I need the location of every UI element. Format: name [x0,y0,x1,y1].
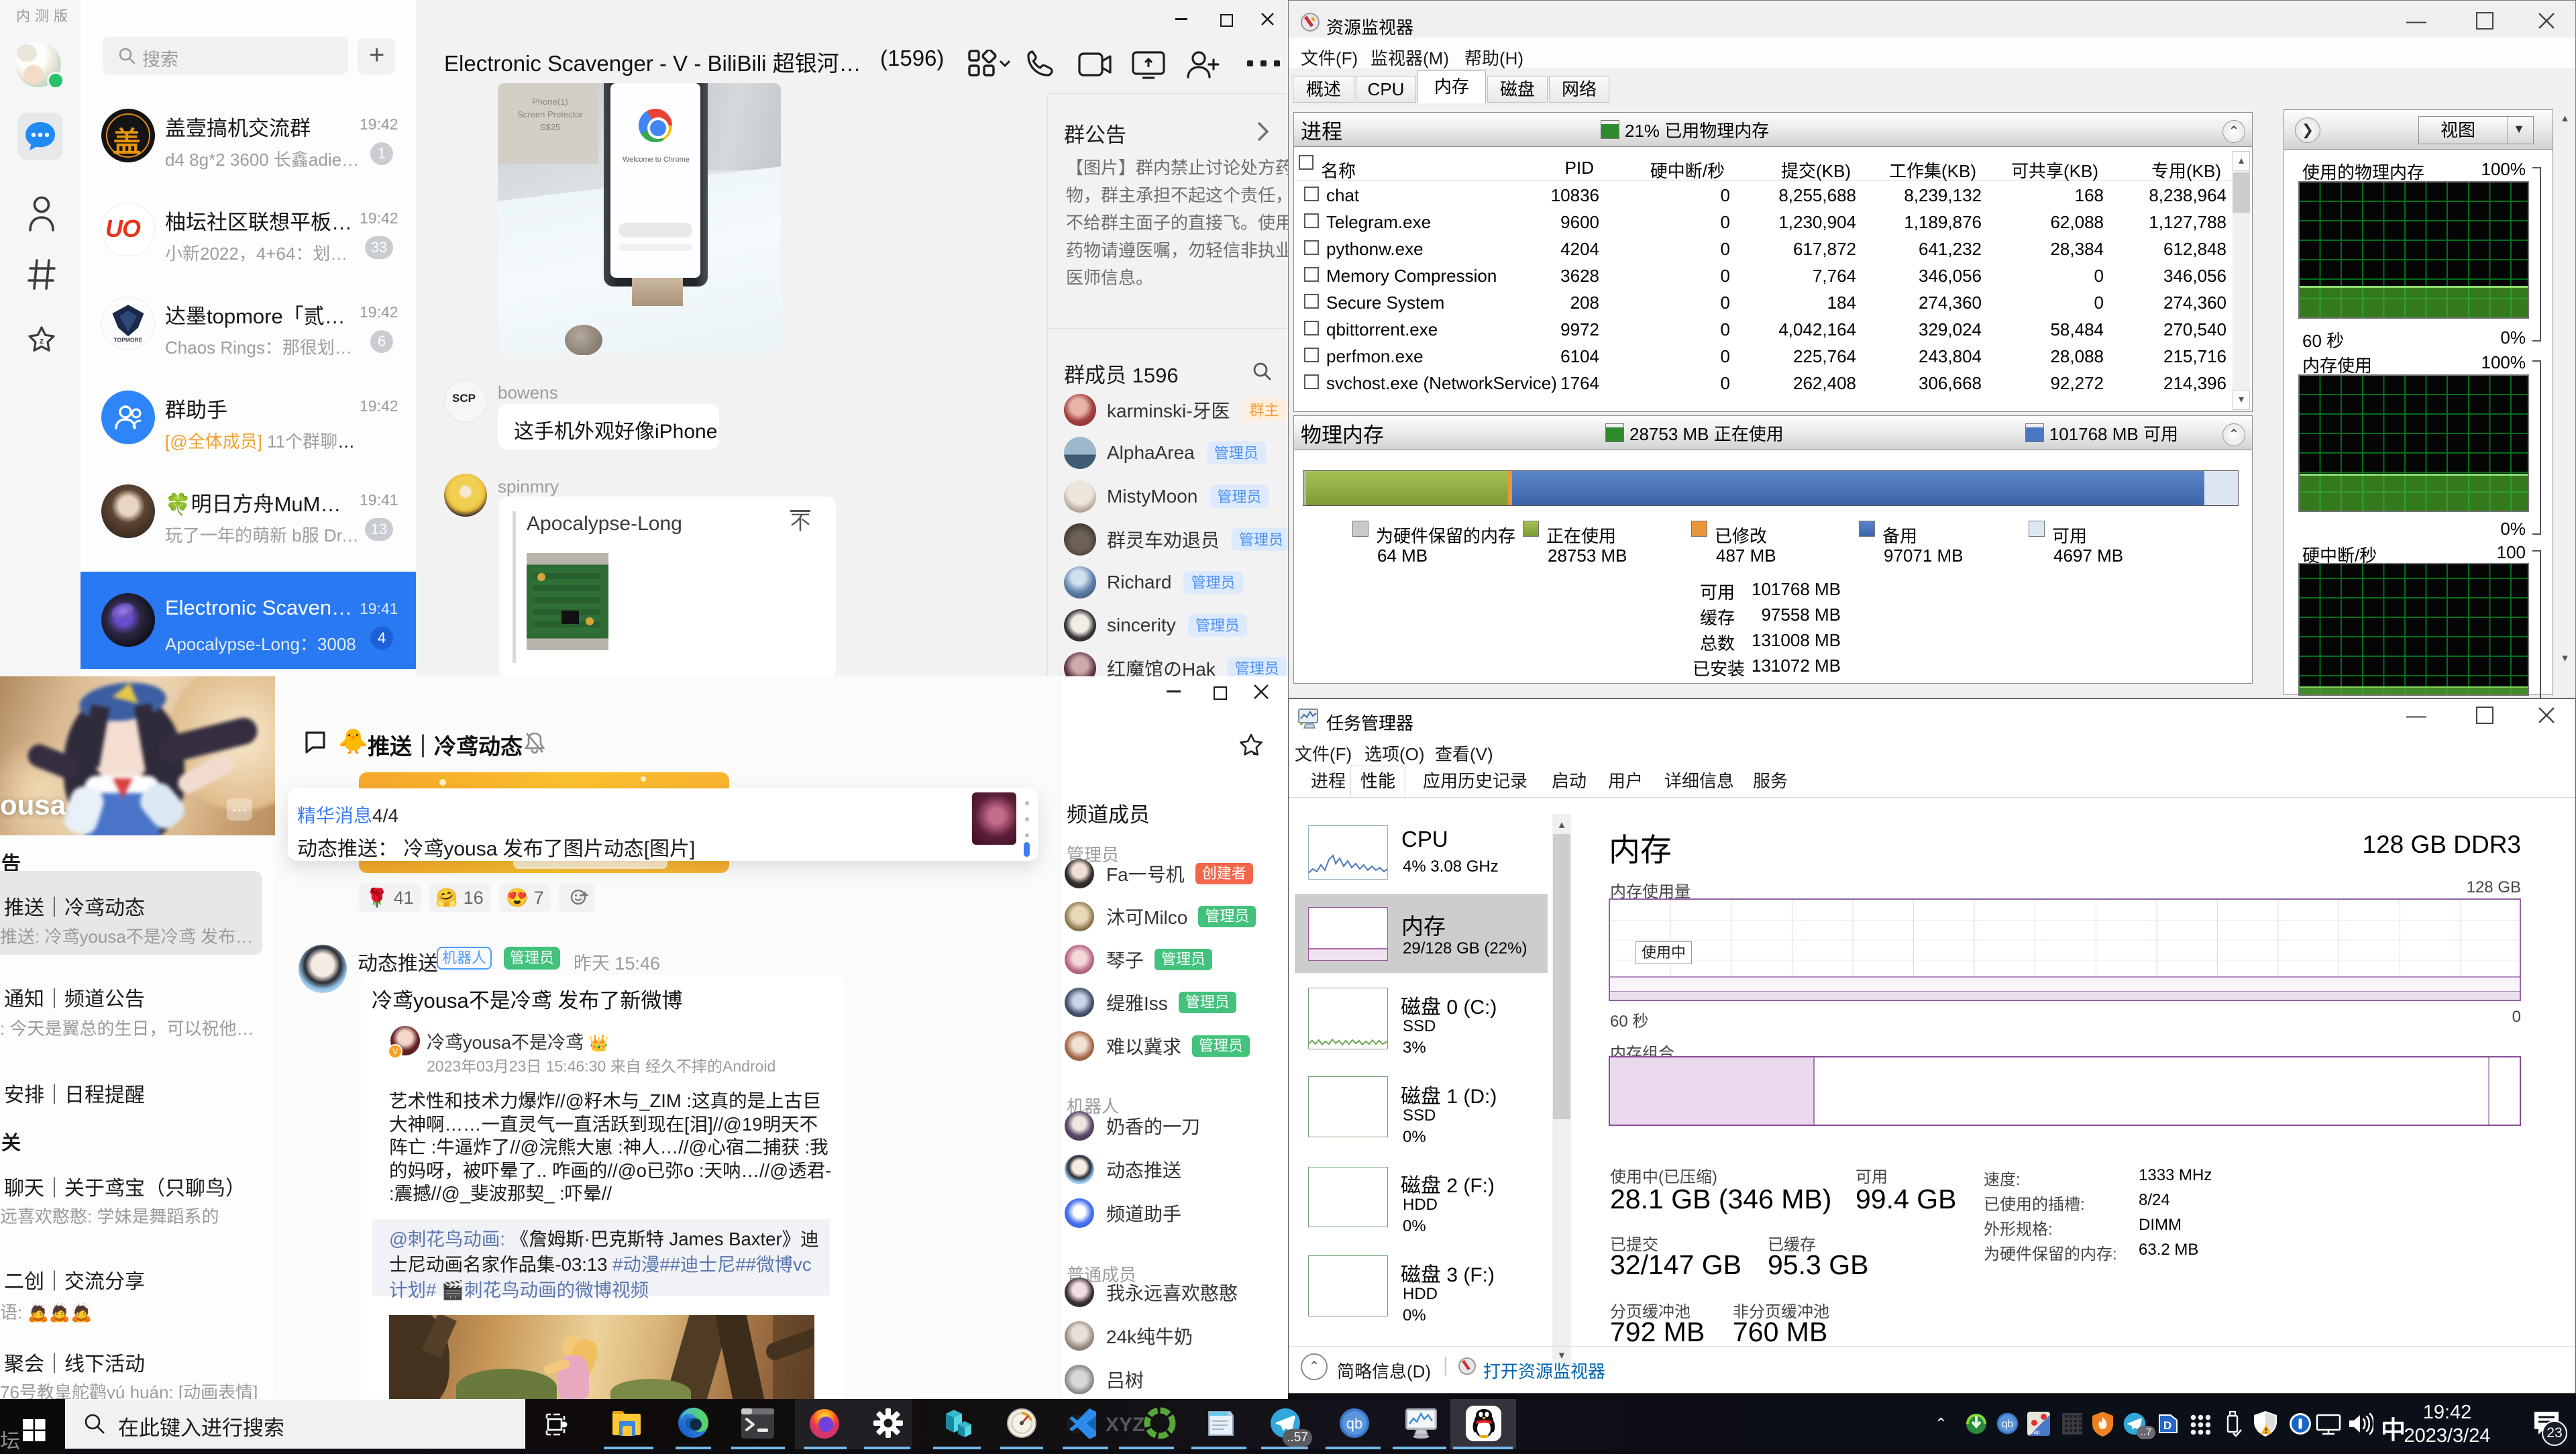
svg-text:z: z [40,335,44,346]
svg-text:D: D [2163,1419,2171,1432]
svg-text:qb: qb [2002,1418,2014,1430]
svg-text:qb: qb [1346,1415,1362,1432]
svg-text:TOPMORE: TOPMORE [114,337,143,344]
